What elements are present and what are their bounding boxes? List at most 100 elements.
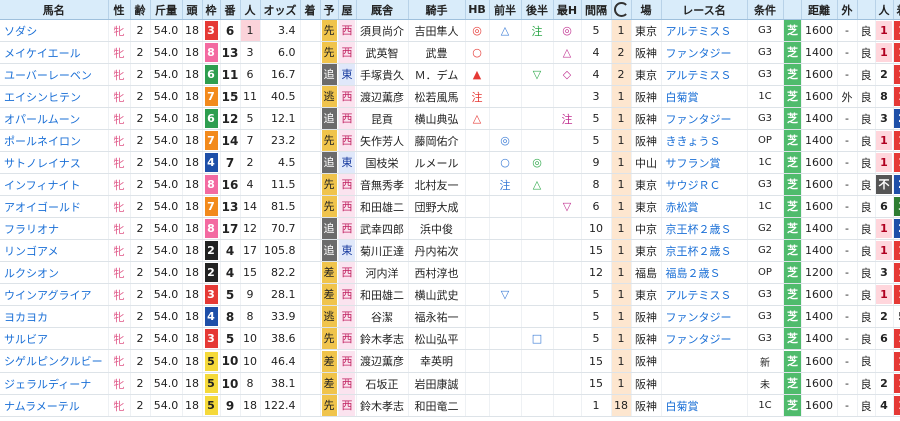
column-header[interactable]: 間隔 [581, 0, 612, 20]
horse-name-link[interactable]: インフィナイト [0, 173, 109, 196]
hb-mark-cell[interactable]: ○ [465, 41, 490, 64]
horse-name-link[interactable]: サトノレイナス [0, 151, 109, 174]
column-header[interactable]: 予 [320, 0, 339, 20]
race-name-link[interactable]: アルテミスＳ [661, 63, 748, 86]
race-name-link[interactable]: ファンタジー [661, 305, 748, 328]
hb-mark-cell[interactable] [465, 283, 490, 306]
column-header[interactable]: レース名 [661, 0, 748, 20]
first-half-mark-cell[interactable] [489, 327, 522, 350]
second-half-mark-cell[interactable] [521, 85, 554, 108]
first-half-mark-cell[interactable]: ◎ [489, 129, 522, 152]
column-header[interactable] [611, 0, 632, 20]
race-name-link[interactable]: ききょうＳ [661, 129, 748, 152]
table-row[interactable]: ユーバーレーベン牝 2 54.0 18 6 11 6 16.7 追東手塚貴久 Ｍ．デム ▲ ▽ ◇ 4 2 東… [0, 63, 900, 86]
table-row[interactable]: エイシンヒテン牝 2 54.0 18 7 15 11 40.5 逃西渡辺薫彦 松若風馬注 3 1 阪神白… [0, 85, 900, 108]
max-hb-mark-cell[interactable] [553, 129, 582, 152]
horse-name-link[interactable]: アオイゴールド [0, 195, 109, 218]
second-half-mark-cell[interactable] [521, 372, 554, 395]
second-half-mark-cell[interactable]: △ [521, 173, 554, 196]
column-header[interactable]: 着 [300, 0, 321, 20]
table-row[interactable]: サトノレイナス牝 2 54.0 18 4 7 2 4.5 追東国枝栄 ルメール ○ ◎ 9 1 中山 サフラン… [0, 151, 900, 174]
hb-mark-cell[interactable] [465, 372, 490, 395]
hb-mark-cell[interactable]: ▲ [465, 63, 490, 86]
hb-mark-cell[interactable] [465, 261, 490, 284]
max-hb-mark-cell[interactable]: ◎ [553, 19, 582, 42]
first-half-mark-cell[interactable] [489, 305, 522, 328]
column-header[interactable]: 枠 [202, 0, 221, 20]
race-name-link[interactable]: ファンタジー [661, 41, 748, 64]
hb-mark-cell[interactable] [465, 129, 490, 152]
second-half-mark-cell[interactable] [521, 41, 554, 64]
race-name-link[interactable]: ファンタジー [661, 107, 748, 130]
column-header[interactable]: 番 [220, 0, 241, 20]
hb-mark-cell[interactable] [465, 327, 490, 350]
table-row[interactable]: シゲルピンクルビー牝 2 54.0 18 5 10 10 46.4 差西渡辺薫彦 幸英明 15 1 阪神… [0, 349, 900, 373]
first-half-mark-cell[interactable] [489, 394, 522, 417]
column-header[interactable]: 外 [837, 0, 858, 20]
horse-name-link[interactable]: メイケイエール [0, 41, 109, 64]
race-name-link[interactable]: アルテミスＳ [661, 283, 748, 306]
column-header[interactable] [783, 0, 802, 20]
hb-mark-cell[interactable]: ◎ [465, 19, 490, 42]
second-half-mark-cell[interactable]: 注 [521, 19, 554, 42]
race-name-link[interactable]: アルテミスＳ [661, 19, 748, 42]
horse-name-link[interactable]: ジェラルディーナ [0, 372, 109, 395]
table-row[interactable]: インフィナイト牝 2 54.0 18 8 16 4 11.5 先西音無秀孝 北村友一注 △ 8 1 東京サ… [0, 173, 900, 196]
column-header[interactable]: 馬名 [0, 0, 109, 20]
horse-name-link[interactable]: オパールムーン [0, 107, 109, 130]
table-row[interactable]: ジェラルディーナ牝 2 54.0 18 5 10 8 38.1 差西石坂正 岩田康誠 15 1 阪神未芝… [0, 372, 900, 395]
race-name-link[interactable]: 京王杯２歳Ｓ [661, 239, 748, 262]
hb-mark-cell[interactable]: 注 [465, 85, 490, 108]
first-half-mark-cell[interactable] [489, 217, 522, 240]
max-hb-mark-cell[interactable] [553, 327, 582, 350]
max-hb-mark-cell[interactable] [553, 261, 582, 284]
second-half-mark-cell[interactable]: ◎ [521, 151, 554, 174]
max-hb-mark-cell[interactable] [553, 372, 582, 395]
second-half-mark-cell[interactable] [521, 261, 554, 284]
first-half-mark-cell[interactable] [489, 63, 522, 86]
column-header[interactable]: HB [465, 0, 490, 20]
hb-mark-cell[interactable] [465, 151, 490, 174]
race-name-link[interactable]: ファンタジー [661, 327, 748, 350]
column-header[interactable]: 厩舎 [356, 0, 409, 20]
second-half-mark-cell[interactable]: ▽ [521, 63, 554, 86]
hb-mark-cell[interactable] [465, 349, 490, 373]
first-half-mark-cell[interactable] [489, 372, 522, 395]
table-row[interactable]: リンゴアメ牝 2 54.0 18 2 4 17 105.8 追東菊川正達 丹内祐次 15 1 東京 京王杯… [0, 239, 900, 262]
horse-name-link[interactable]: ポールネイロン [0, 129, 109, 152]
horse-name-link[interactable]: シゲルピンクルビー [0, 349, 109, 373]
table-row[interactable]: フラリオナ牝 2 54.0 18 8 17 12 70.7 追西武幸四郎 浜中俊 10 1 中京 京王杯２… [0, 217, 900, 240]
hb-mark-cell[interactable] [465, 239, 490, 262]
horse-name-link[interactable]: ソダシ [0, 19, 109, 42]
hb-mark-cell[interactable]: △ [465, 107, 490, 130]
first-half-mark-cell[interactable] [489, 195, 522, 218]
max-hb-mark-cell[interactable] [553, 85, 582, 108]
hb-mark-cell[interactable] [465, 217, 490, 240]
max-hb-mark-cell[interactable] [553, 239, 582, 262]
column-header[interactable] [857, 0, 876, 20]
table-row[interactable]: ウインアグライア牝 2 54.0 18 3 5 9 28.1 差西和田雄二 横山武史 ▽ 5 1 東京 アル… [0, 283, 900, 306]
table-row[interactable]: オパールムーン牝 2 54.0 18 6 12 5 12.1 追西昆貢 横山典弘 △ 注 5 1 阪神 ファン… [0, 107, 900, 130]
max-hb-mark-cell[interactable]: ▽ [553, 195, 582, 218]
second-half-mark-cell[interactable] [521, 283, 554, 306]
column-header[interactable]: 後半 [521, 0, 554, 20]
column-header[interactable]: 齢 [130, 0, 151, 20]
max-hb-mark-cell[interactable] [553, 394, 582, 417]
horse-name-link[interactable]: ルクシオン [0, 261, 109, 284]
horse-name-link[interactable]: サルビア [0, 327, 109, 350]
second-half-mark-cell[interactable] [521, 217, 554, 240]
column-header[interactable]: 人 [875, 0, 894, 20]
first-half-mark-cell[interactable] [489, 41, 522, 64]
max-hb-mark-cell[interactable] [553, 217, 582, 240]
column-header[interactable]: 前半 [489, 0, 522, 20]
first-half-mark-cell[interactable] [489, 349, 522, 373]
race-name-link[interactable]: サフラン賞 [661, 151, 748, 174]
second-half-mark-cell[interactable] [521, 129, 554, 152]
race-name-link[interactable] [661, 349, 748, 373]
table-row[interactable]: サルビア牝 2 54.0 18 3 5 10 38.6 先西鈴木孝志 松山弘平 □ 5 1 阪神 ファンタジ… [0, 327, 900, 350]
table-row[interactable]: アオイゴールド牝 2 54.0 18 7 13 14 81.5 先西和田雄二 団野大成 ▽ 6 1 東京赤… [0, 195, 900, 218]
max-hb-mark-cell[interactable] [553, 173, 582, 196]
column-header[interactable]: 場 [631, 0, 662, 20]
second-half-mark-cell[interactable] [521, 107, 554, 130]
horse-name-link[interactable]: ウインアグライア [0, 283, 109, 306]
